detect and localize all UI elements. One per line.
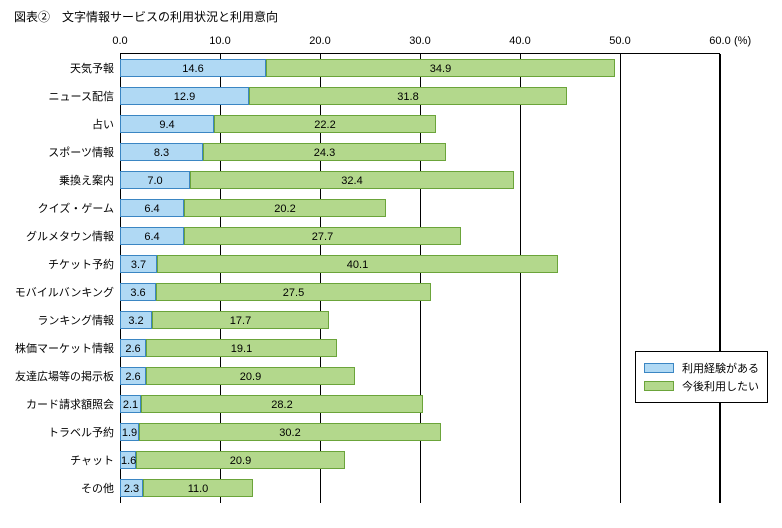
x-axis-tick: 50.0 bbox=[609, 35, 630, 47]
bar-row: ニュース配信12.931.8 bbox=[120, 82, 719, 110]
bar-row: トラベル予約1.930.2 bbox=[120, 418, 719, 446]
bar-row: ランキング情報3.217.7 bbox=[120, 306, 719, 334]
axis-unit: (%) bbox=[734, 35, 751, 47]
bar-experience: 9.4 bbox=[120, 115, 214, 133]
plot-area: 天気予報14.634.9ニュース配信12.931.8占い9.422.2スポーツ情… bbox=[120, 53, 720, 503]
bar-row: 株価マーケット情報2.619.1 bbox=[120, 334, 719, 362]
bar-experience: 14.6 bbox=[120, 59, 266, 77]
chart: 0.010.020.030.040.050.060.0 (%) 天気予報14.6… bbox=[8, 31, 774, 511]
category-label: その他 bbox=[8, 480, 114, 496]
category-label: クイズ・ゲーム bbox=[8, 200, 114, 216]
legend-label-experience: 利用経験がある bbox=[682, 360, 759, 376]
category-label: モバイルバンキング bbox=[8, 284, 114, 300]
bar-row: その他2.311.0 bbox=[120, 474, 719, 502]
bar-row: 占い9.422.2 bbox=[120, 110, 719, 138]
bar-experience: 3.6 bbox=[120, 283, 156, 301]
bar-experience: 3.2 bbox=[120, 311, 152, 329]
bar-intention: 40.1 bbox=[157, 255, 558, 273]
bar-intention: 34.9 bbox=[266, 59, 615, 77]
bar-intention: 17.7 bbox=[152, 311, 329, 329]
legend-label-intention: 今後利用したい bbox=[682, 378, 759, 394]
category-label: グルメタウン情報 bbox=[8, 228, 114, 244]
x-axis-tick: 30.0 bbox=[409, 35, 430, 47]
bar-row: 天気予報14.634.9 bbox=[120, 54, 719, 82]
category-label: チャット bbox=[8, 452, 114, 468]
chart-title: 図表② 文字情報サービスの利用状況と利用意向 bbox=[8, 8, 774, 25]
bar-experience: 7.0 bbox=[120, 171, 190, 189]
legend-item-intention: 今後利用したい bbox=[644, 378, 759, 394]
legend-swatch-blue bbox=[644, 363, 674, 373]
bar-experience: 6.4 bbox=[120, 199, 184, 217]
bar-row: チャット1.620.9 bbox=[120, 446, 719, 474]
category-label: チケット予約 bbox=[8, 256, 114, 272]
bar-experience: 8.3 bbox=[120, 143, 203, 161]
x-axis-tick: 40.0 bbox=[509, 35, 530, 47]
bar-row: カード請求額照会2.128.2 bbox=[120, 390, 719, 418]
bar-intention: 31.8 bbox=[249, 87, 567, 105]
bar-experience: 1.6 bbox=[120, 451, 136, 469]
bar-experience: 2.6 bbox=[120, 339, 146, 357]
bar-intention: 19.1 bbox=[146, 339, 337, 357]
category-label: スポーツ情報 bbox=[8, 144, 114, 160]
x-axis-tick: 20.0 bbox=[309, 35, 330, 47]
bar-experience: 6.4 bbox=[120, 227, 184, 245]
bar-intention: 24.3 bbox=[203, 143, 446, 161]
bar-intention: 20.9 bbox=[146, 367, 355, 385]
category-label: 乗換え案内 bbox=[8, 172, 114, 188]
bar-intention: 11.0 bbox=[143, 479, 253, 497]
bar-intention: 20.2 bbox=[184, 199, 386, 217]
bar-intention: 30.2 bbox=[139, 423, 441, 441]
bar-row: チケット予約3.740.1 bbox=[120, 250, 719, 278]
bar-row: グルメタウン情報6.427.7 bbox=[120, 222, 719, 250]
bar-experience: 3.7 bbox=[120, 255, 157, 273]
x-axis-tick: 10.0 bbox=[209, 35, 230, 47]
bar-row: スポーツ情報8.324.3 bbox=[120, 138, 719, 166]
bar-row: モバイルバンキング3.627.5 bbox=[120, 278, 719, 306]
bar-row: クイズ・ゲーム6.420.2 bbox=[120, 194, 719, 222]
category-label: ニュース配信 bbox=[8, 88, 114, 104]
bar-intention: 27.5 bbox=[156, 283, 431, 301]
bar-intention: 32.4 bbox=[190, 171, 514, 189]
legend-item-experience: 利用経験がある bbox=[644, 360, 759, 376]
bar-experience: 12.9 bbox=[120, 87, 249, 105]
x-axis-labels: 0.010.020.030.040.050.060.0 bbox=[120, 31, 720, 53]
category-label: 友達広場等の掲示板 bbox=[8, 368, 114, 384]
category-label: カード請求額照会 bbox=[8, 396, 114, 412]
gridline bbox=[720, 54, 721, 503]
category-label: トラベル予約 bbox=[8, 424, 114, 440]
x-axis-tick: 60.0 bbox=[709, 35, 730, 47]
category-label: 占い bbox=[8, 116, 114, 132]
bar-intention: 22.2 bbox=[214, 115, 436, 133]
bar-experience: 2.1 bbox=[120, 395, 141, 413]
category-label: 株価マーケット情報 bbox=[8, 340, 114, 356]
bar-row: 友達広場等の掲示板2.620.9 bbox=[120, 362, 719, 390]
bar-experience: 1.9 bbox=[120, 423, 139, 441]
category-label: 天気予報 bbox=[8, 60, 114, 76]
bar-intention: 20.9 bbox=[136, 451, 345, 469]
bar-experience: 2.6 bbox=[120, 367, 146, 385]
x-axis-tick: 0.0 bbox=[112, 35, 127, 47]
legend: 利用経験がある 今後利用したい bbox=[635, 351, 768, 403]
legend-swatch-green bbox=[644, 381, 674, 391]
category-label: ランキング情報 bbox=[8, 312, 114, 328]
bar-intention: 27.7 bbox=[184, 227, 461, 245]
bar-intention: 28.2 bbox=[141, 395, 423, 413]
bar-experience: 2.3 bbox=[120, 479, 143, 497]
bar-row: 乗換え案内7.032.4 bbox=[120, 166, 719, 194]
